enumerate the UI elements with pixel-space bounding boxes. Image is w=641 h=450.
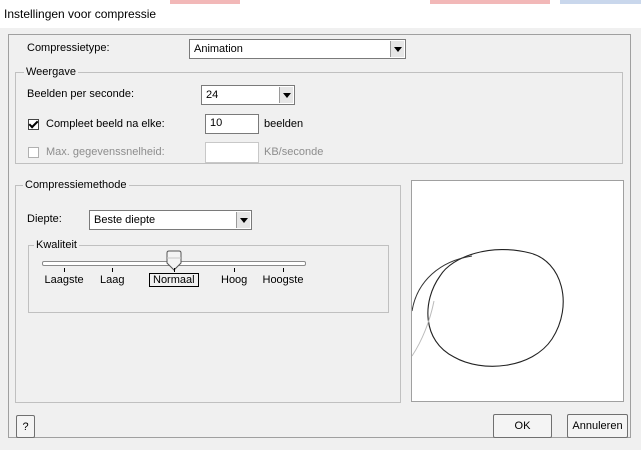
depth-value: Beste diepte [94, 214, 156, 226]
compression-type-label: Compressietype: [27, 42, 110, 54]
quality-tick [174, 268, 175, 272]
background-window-strip [560, 0, 641, 4]
quality-tick [283, 268, 284, 272]
compression-type-select[interactable]: Animation [189, 39, 406, 59]
quality-level-label: Normaal [149, 273, 199, 287]
background-window-strip [170, 0, 240, 4]
title-bar: Instellingen voor compressie [0, 0, 641, 29]
keyframe-label: Compleet beeld na elke: [46, 118, 165, 130]
cancel-button[interactable]: Annuleren [567, 414, 628, 438]
window-title: Instellingen voor compressie [4, 7, 157, 21]
cancel-button-label: Annuleren [572, 420, 623, 432]
quality-tick [112, 268, 113, 272]
chevron-down-icon[interactable] [279, 87, 293, 103]
compression-preview [411, 180, 624, 402]
datarate-label: Max. gegevenssnelheid: [46, 146, 165, 158]
quality-level-label: Hoogste [262, 274, 304, 286]
compression-settings-dialog: Compressietype: Animation Weergave Beeld… [0, 28, 641, 450]
display-group-title: Weergave [24, 66, 78, 78]
fps-value: 24 [206, 89, 219, 101]
quality-level-label: Laag [100, 274, 125, 286]
ok-button[interactable]: OK [493, 414, 552, 438]
preview-image [412, 249, 564, 367]
method-group-title: Compressiemethode [23, 179, 129, 191]
keyframe-checkbox[interactable] [28, 119, 39, 130]
quality-level-label: Hoog [221, 274, 248, 286]
chevron-down-icon[interactable] [390, 41, 404, 57]
datarate-input[interactable] [205, 142, 259, 163]
keyframe-value: 10 [210, 117, 223, 129]
fps-select[interactable]: 24 [201, 85, 295, 105]
datarate-unit: KB/seconde [264, 146, 324, 158]
settings-panel: Compressietype: Animation Weergave Beeld… [8, 34, 631, 438]
depth-select[interactable]: Beste diepte [89, 210, 252, 230]
compression-type-value: Animation [194, 43, 243, 55]
datarate-checkbox[interactable] [28, 147, 39, 158]
ok-button-label: OK [514, 420, 531, 432]
quality-level-label: Laagste [44, 274, 84, 286]
quality-tick [234, 268, 235, 272]
keyframe-unit: beelden [264, 118, 304, 130]
quality-group-title: Kwaliteit [34, 239, 79, 251]
help-button-label: ? [22, 420, 29, 433]
help-button[interactable]: ? [16, 415, 35, 438]
fps-label: Beelden per seconde: [27, 88, 135, 100]
quality-tick [64, 268, 65, 272]
background-window-strip [430, 0, 550, 4]
keyframe-input[interactable]: 10 [205, 114, 259, 134]
chevron-down-icon[interactable] [236, 212, 250, 228]
depth-label: Diepte: [27, 213, 62, 225]
